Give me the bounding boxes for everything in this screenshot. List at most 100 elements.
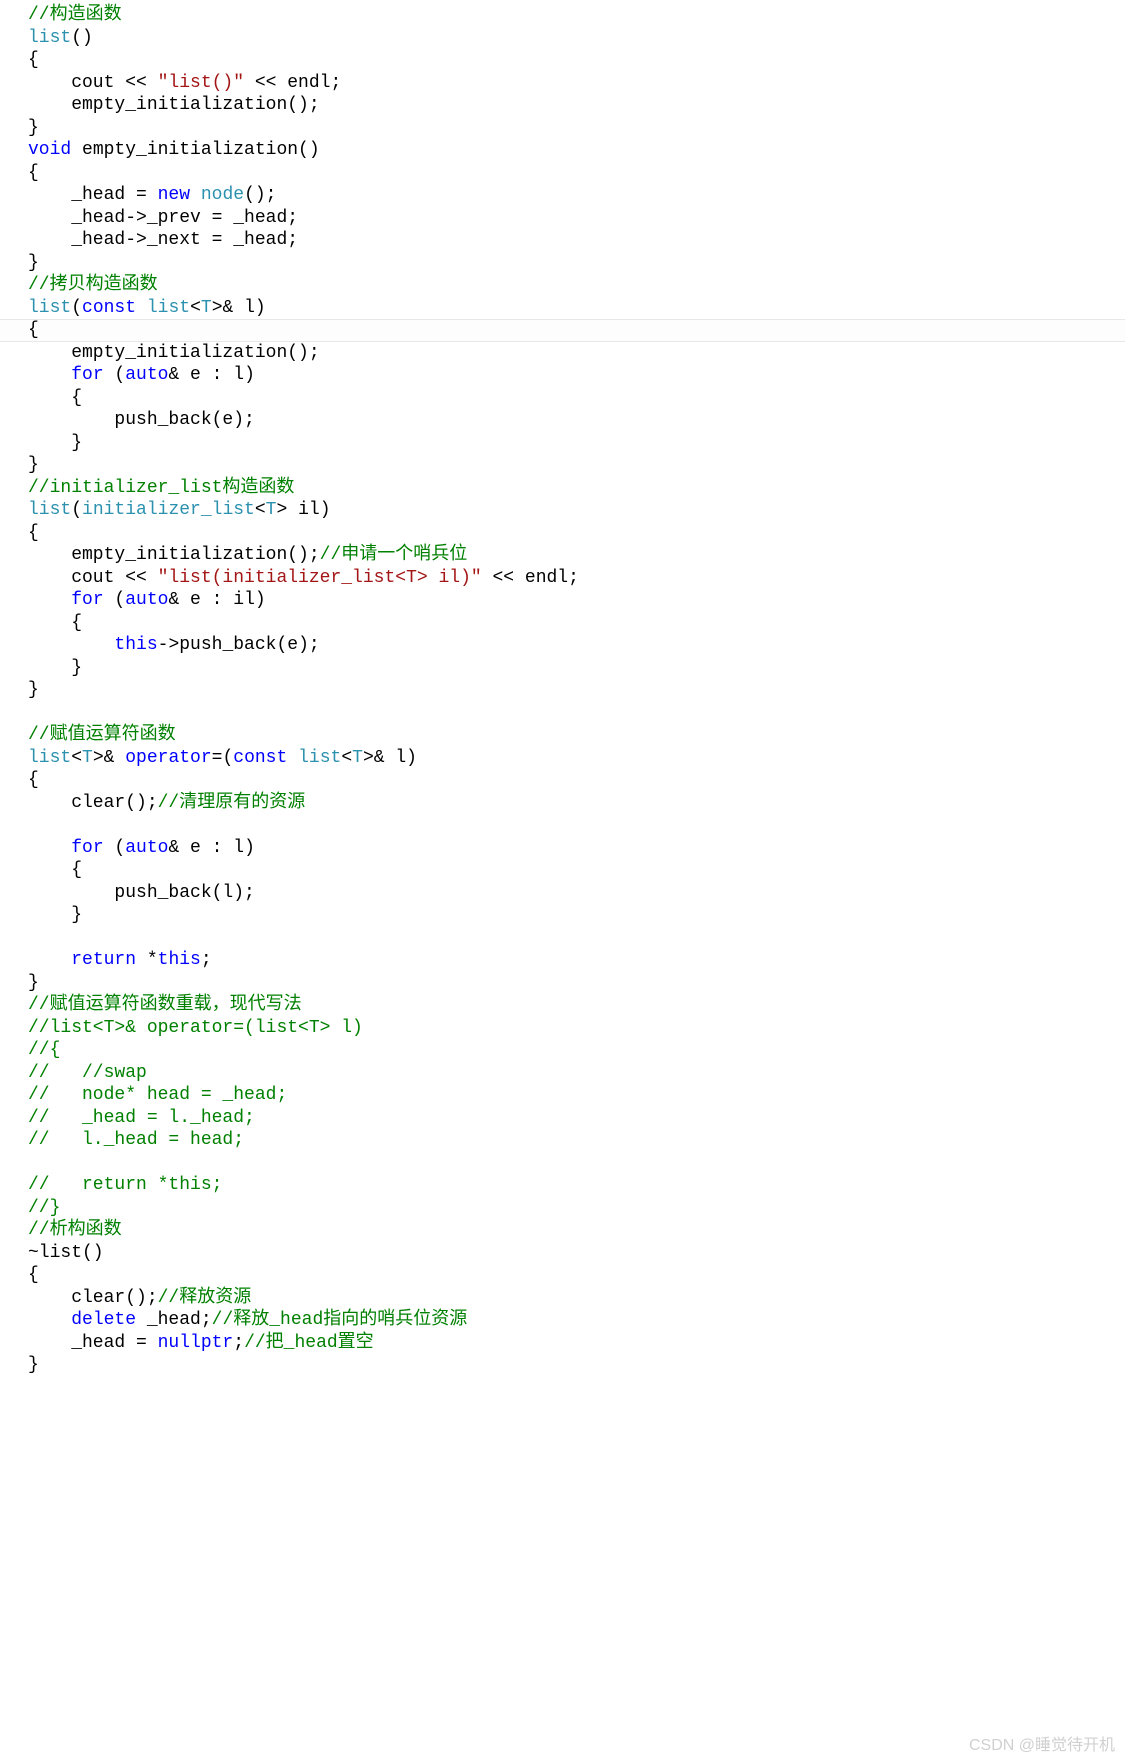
code-line	[28, 702, 1125, 725]
code-token	[28, 950, 71, 970]
code-token: *	[136, 950, 158, 970]
code-line: // //swap	[28, 1062, 1125, 1085]
code-token: const	[233, 748, 287, 768]
code-token: //拷贝构造函数	[28, 275, 158, 295]
code-token: // l._head = head;	[28, 1130, 244, 1150]
code-line: }	[28, 972, 1125, 995]
code-token: T	[266, 500, 277, 520]
code-token: <	[255, 500, 266, 520]
code-line: {	[28, 859, 1125, 882]
code-token: >& l)	[363, 748, 417, 768]
code-line: empty_initialization();//申请一个哨兵位	[28, 544, 1125, 567]
code-token: //释放资源	[158, 1288, 252, 1308]
code-line: _head->_next = _head;	[28, 229, 1125, 252]
code-token: {	[28, 860, 82, 880]
code-line: void empty_initialization()	[28, 139, 1125, 162]
code-token: {	[28, 388, 82, 408]
code-token	[28, 590, 71, 610]
code-token: auto	[125, 365, 168, 385]
code-token	[28, 365, 71, 385]
code-token: nullptr	[158, 1333, 234, 1353]
code-block: //构造函数list(){ cout << "list()" << endl; …	[0, 0, 1125, 1381]
code-token: for	[71, 590, 103, 610]
code-token: this	[158, 950, 201, 970]
code-line	[28, 1152, 1125, 1175]
code-line: // return *this;	[28, 1174, 1125, 1197]
code-token: list	[298, 748, 341, 768]
code-token: clear();	[28, 793, 158, 813]
code-token: }	[28, 680, 39, 700]
code-token: //析构函数	[28, 1220, 122, 1240]
code-token: cout <<	[28, 568, 158, 588]
code-token: T	[82, 748, 93, 768]
code-token: push_back(l);	[28, 883, 255, 903]
code-line: {	[28, 612, 1125, 635]
code-token: initializer_list	[82, 500, 255, 520]
code-token: //赋值运算符函数重载，现代写法	[28, 995, 302, 1015]
code-token: ->push_back(e);	[158, 635, 320, 655]
code-token: list	[28, 748, 71, 768]
code-token: {	[28, 163, 39, 183]
code-token: }	[28, 433, 82, 453]
code-token: << endl;	[244, 73, 341, 93]
code-token: > il)	[276, 500, 330, 520]
code-token: ();	[244, 185, 276, 205]
code-line: for (auto& e : il)	[28, 589, 1125, 612]
code-token: const	[82, 298, 136, 318]
code-token: {	[28, 320, 39, 340]
code-line: return *this;	[28, 949, 1125, 972]
code-line: {	[28, 162, 1125, 185]
code-line: {	[28, 319, 1125, 342]
code-token: for	[71, 838, 103, 858]
code-line: //析构函数	[28, 1219, 1125, 1242]
code-token	[28, 838, 71, 858]
code-token: _head->_next = _head;	[28, 230, 298, 250]
code-line: }	[28, 432, 1125, 455]
code-token: ()	[71, 28, 93, 48]
code-token: delete	[71, 1310, 136, 1330]
code-token: cout <<	[28, 73, 158, 93]
code-token: & e : l)	[168, 365, 254, 385]
code-line: //list<T>& operator=(list<T> l)	[28, 1017, 1125, 1040]
code-line: empty_initialization();	[28, 342, 1125, 365]
code-token: (	[104, 365, 126, 385]
code-token: new	[158, 185, 190, 205]
code-token: (	[104, 838, 126, 858]
code-token: list	[28, 28, 71, 48]
code-line: }	[28, 252, 1125, 275]
code-token	[190, 185, 201, 205]
code-token: ;	[233, 1333, 244, 1353]
code-token: empty_initialization();	[28, 95, 320, 115]
code-token: //清理原有的资源	[158, 793, 306, 813]
code-token: for	[71, 365, 103, 385]
code-line: ~list()	[28, 1242, 1125, 1265]
code-token: << endl;	[482, 568, 579, 588]
code-token: empty_initialization()	[71, 140, 319, 160]
code-line: // l._head = head;	[28, 1129, 1125, 1152]
code-line: list(initializer_list<T> il)	[28, 499, 1125, 522]
code-token: this	[114, 635, 157, 655]
code-line: //赋值运算符函数	[28, 724, 1125, 747]
code-line: //赋值运算符函数重载，现代写法	[28, 994, 1125, 1017]
code-token: <	[341, 748, 352, 768]
code-line	[28, 927, 1125, 950]
code-token: }	[28, 658, 82, 678]
watermark-text: CSDN @睡觉待开机	[969, 1735, 1115, 1758]
code-token: //list<T>& operator=(list<T> l)	[28, 1018, 363, 1038]
code-token	[28, 1310, 71, 1330]
code-token: }	[28, 455, 39, 475]
code-token: // //swap	[28, 1063, 147, 1083]
code-token: empty_initialization();	[28, 343, 320, 363]
code-line: //构造函数	[28, 4, 1125, 27]
code-line: for (auto& e : l)	[28, 364, 1125, 387]
code-token: (	[71, 298, 82, 318]
code-token: T	[352, 748, 363, 768]
code-line: _head->_prev = _head;	[28, 207, 1125, 230]
code-token: auto	[125, 838, 168, 858]
code-line: }	[28, 657, 1125, 680]
code-token: }	[28, 973, 39, 993]
code-token: list	[28, 298, 71, 318]
code-token: list	[147, 298, 190, 318]
code-line: {	[28, 769, 1125, 792]
code-token: //释放_head指向的哨兵位资源	[212, 1310, 468, 1330]
